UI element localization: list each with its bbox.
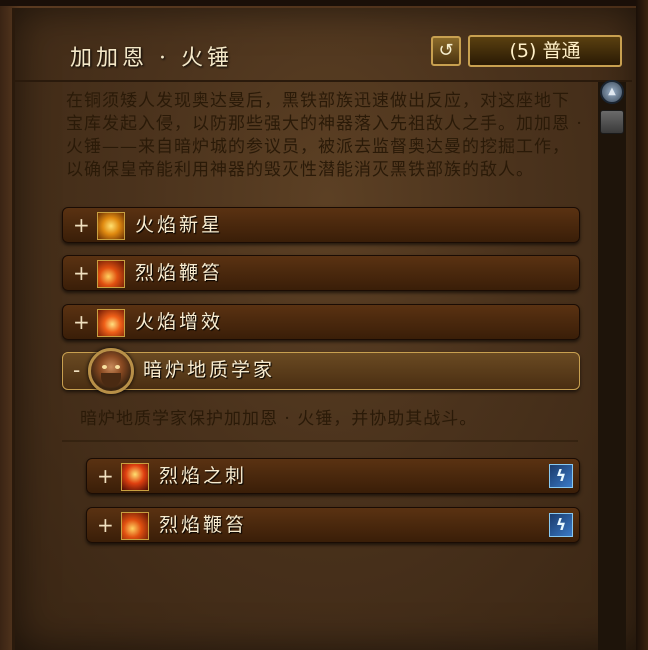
flame-lash-icon: [121, 512, 149, 540]
section-divider: [62, 440, 578, 442]
ability-label: 烈焰鞭笞: [159, 514, 248, 536]
portrait-beard: [101, 373, 121, 387]
expand-toggle[interactable]: +: [97, 508, 114, 542]
fire-empower-icon: [97, 309, 125, 337]
reset-button[interactable]: ↺: [431, 36, 461, 66]
window-right-edge: [636, 0, 648, 650]
difficulty-button[interactable]: (5) 普通: [468, 35, 622, 67]
boss-title: 加加恩 · 火锤: [70, 46, 233, 71]
ability-label: 烈焰鞭笞: [135, 262, 224, 284]
interrupt-lightning-icon: ϟ: [549, 464, 573, 488]
interrupt-lightning-icon: ϟ: [549, 513, 573, 537]
ability-label: 火焰增效: [135, 311, 224, 333]
expand-toggle[interactable]: +: [73, 208, 90, 242]
flame-spike-icon: [121, 463, 149, 491]
add-label: 暗炉地质学家: [143, 359, 276, 381]
scroll-thumb[interactable]: [600, 110, 624, 134]
portrait-eye: [102, 365, 107, 369]
add-description: 暗炉地质学家保护加加恩 · 火锤，并协助其战斗。: [80, 409, 478, 429]
ability-label: 烈焰之刺: [159, 465, 248, 487]
ability-row-flame-lash-add[interactable]: + 烈焰鞭笞 ϟ: [86, 507, 580, 543]
top-strip: [0, 0, 648, 6]
ability-row-flame-spike[interactable]: + 烈焰之刺 ϟ: [86, 458, 580, 494]
boss-description: 在铜须矮人发现奥达曼后，黑铁部族迅速做出反应，对这座地下宝库发起入侵，以防那些强…: [66, 91, 583, 180]
ability-row-fire-empower[interactable]: + 火焰增效: [62, 304, 580, 340]
fire-nova-icon: [97, 212, 125, 240]
expand-toggle[interactable]: +: [97, 459, 114, 493]
expand-toggle[interactable]: +: [73, 305, 90, 339]
expand-toggle[interactable]: +: [73, 256, 90, 290]
scroll-up-button[interactable]: ▲: [600, 80, 624, 104]
flame-lash-icon: [97, 260, 125, 288]
ability-row-flame-lash[interactable]: + 烈焰鞭笞: [62, 255, 580, 291]
ability-label: 火焰新星: [135, 214, 224, 236]
scrollbar-track[interactable]: [598, 82, 626, 650]
reset-icon: ↺: [438, 40, 454, 61]
portrait-eye: [115, 365, 120, 369]
ability-row-fire-nova[interactable]: + 火焰新星: [62, 207, 580, 243]
dwarf-portrait-icon: [88, 348, 134, 394]
collapse-toggle[interactable]: -: [73, 353, 80, 387]
add-row-dark-iron-geologist[interactable]: - 暗炉地质学家: [62, 352, 580, 390]
